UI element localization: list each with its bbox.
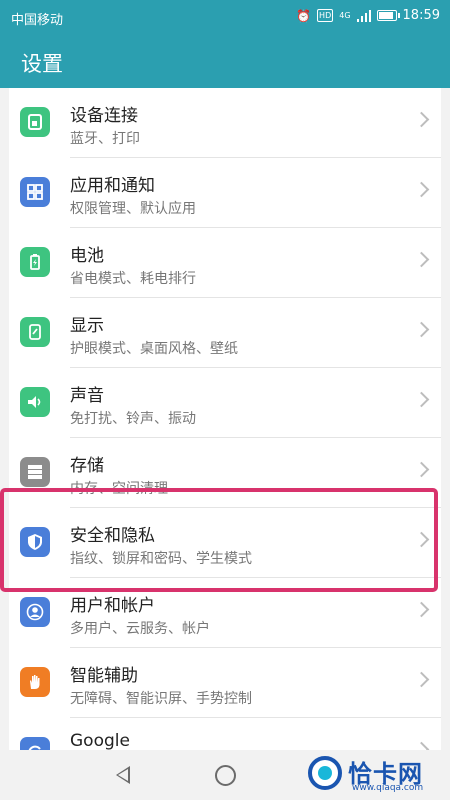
settings-item-users-accounts[interactable]: 用户和帐户 多用户、云服务、帐户 [9, 578, 441, 648]
settings-item-sound[interactable]: 声音 免打扰、铃声、振动 [9, 368, 441, 438]
display-icon [20, 317, 50, 347]
settings-item-smart-assist[interactable]: 智能辅助 无障碍、智能识屏、手势控制 [9, 648, 441, 718]
network-type-label: 4G [339, 10, 351, 20]
app-bar: 设置 [0, 34, 450, 88]
settings-item-title: Google [70, 731, 130, 750]
hd-icon: HD [317, 9, 334, 22]
settings-item-display[interactable]: 显示 护眼模式、桌面风格、壁纸 [9, 298, 441, 368]
settings-item-subtitle: 免打扰、铃声、振动 [70, 411, 196, 427]
settings-item-security-privacy[interactable]: 安全和隐私 指纹、锁屏和密码、学生模式 [9, 508, 441, 578]
battery-icon [20, 247, 50, 277]
status-bar: 中国移动 ⏰ HD 4G 18:59 [0, 0, 450, 34]
signal-icon [356, 9, 371, 22]
settings-item-battery[interactable]: 电池 省电模式、耗电排行 [9, 228, 441, 298]
settings-item-title: 存储 [70, 456, 104, 476]
battery-status-icon [376, 10, 400, 21]
settings-item-title: 用户和帐户 [70, 596, 155, 616]
storage-icon [20, 457, 50, 487]
settings-item-title: 应用和通知 [70, 176, 155, 196]
back-icon[interactable] [116, 766, 130, 784]
settings-item-title: 安全和隐私 [70, 526, 155, 546]
chevron-right-icon [413, 671, 430, 688]
page-title: 设置 [21, 52, 63, 76]
hand-icon [20, 667, 50, 697]
chevron-right-icon [413, 601, 430, 618]
volume-icon [20, 387, 50, 417]
chevron-right-icon [413, 321, 430, 338]
settings-item-title: 显示 [70, 316, 104, 336]
home-icon[interactable] [215, 765, 236, 786]
clock: 18:59 [402, 8, 440, 23]
watermark-subtext: www.qiaqa.com [352, 783, 424, 793]
settings-item-title: 电池 [70, 246, 104, 266]
watermark-circle-icon [308, 756, 342, 790]
chevron-right-icon [413, 461, 430, 478]
chevron-right-icon [413, 391, 430, 408]
settings-list: 设备连接 蓝牙、打印 应用和通知 权限管理、默认应用 电池 省电模式、耗电排行 … [9, 88, 441, 750]
alarm-icon: ⏰ [296, 8, 312, 23]
settings-item-apps[interactable]: 应用和通知 权限管理、默认应用 [9, 158, 441, 228]
settings-item-subtitle: 权限管理、默认应用 [70, 201, 196, 217]
settings-item-google[interactable]: Google [9, 718, 441, 750]
shield-icon [20, 527, 50, 557]
settings-item-device-connect[interactable]: 设备连接 蓝牙、打印 [9, 88, 441, 158]
settings-item-title: 声音 [70, 386, 104, 406]
status-icons: ⏰ HD 4G 18:59 [296, 8, 440, 23]
device-connect-icon [20, 107, 50, 137]
settings-item-storage[interactable]: 存储 内存、空间清理 [9, 438, 441, 508]
carrier-label: 中国移动 [11, 13, 64, 28]
apps-grid-icon [20, 177, 50, 207]
settings-item-subtitle: 护眼模式、桌面风格、壁纸 [70, 341, 238, 357]
settings-item-title: 智能辅助 [70, 666, 138, 686]
settings-item-subtitle: 内存、空间清理 [70, 481, 168, 497]
chevron-right-icon [413, 251, 430, 268]
user-icon [20, 597, 50, 627]
settings-item-subtitle: 指纹、锁屏和密码、学生模式 [70, 551, 252, 567]
chevron-right-icon [413, 181, 430, 198]
chevron-right-icon [413, 741, 430, 750]
settings-item-subtitle: 蓝牙、打印 [70, 131, 140, 147]
watermark-logo: 恰卡网 www.qiaqa.com [300, 752, 446, 796]
google-icon [20, 737, 50, 750]
settings-item-title: 设备连接 [70, 106, 138, 126]
chevron-right-icon [413, 531, 430, 548]
settings-item-subtitle: 多用户、云服务、帐户 [70, 621, 210, 637]
chevron-right-icon [413, 111, 430, 128]
settings-item-subtitle: 无障碍、智能识屏、手势控制 [70, 691, 252, 707]
settings-item-subtitle: 省电模式、耗电排行 [70, 271, 196, 287]
